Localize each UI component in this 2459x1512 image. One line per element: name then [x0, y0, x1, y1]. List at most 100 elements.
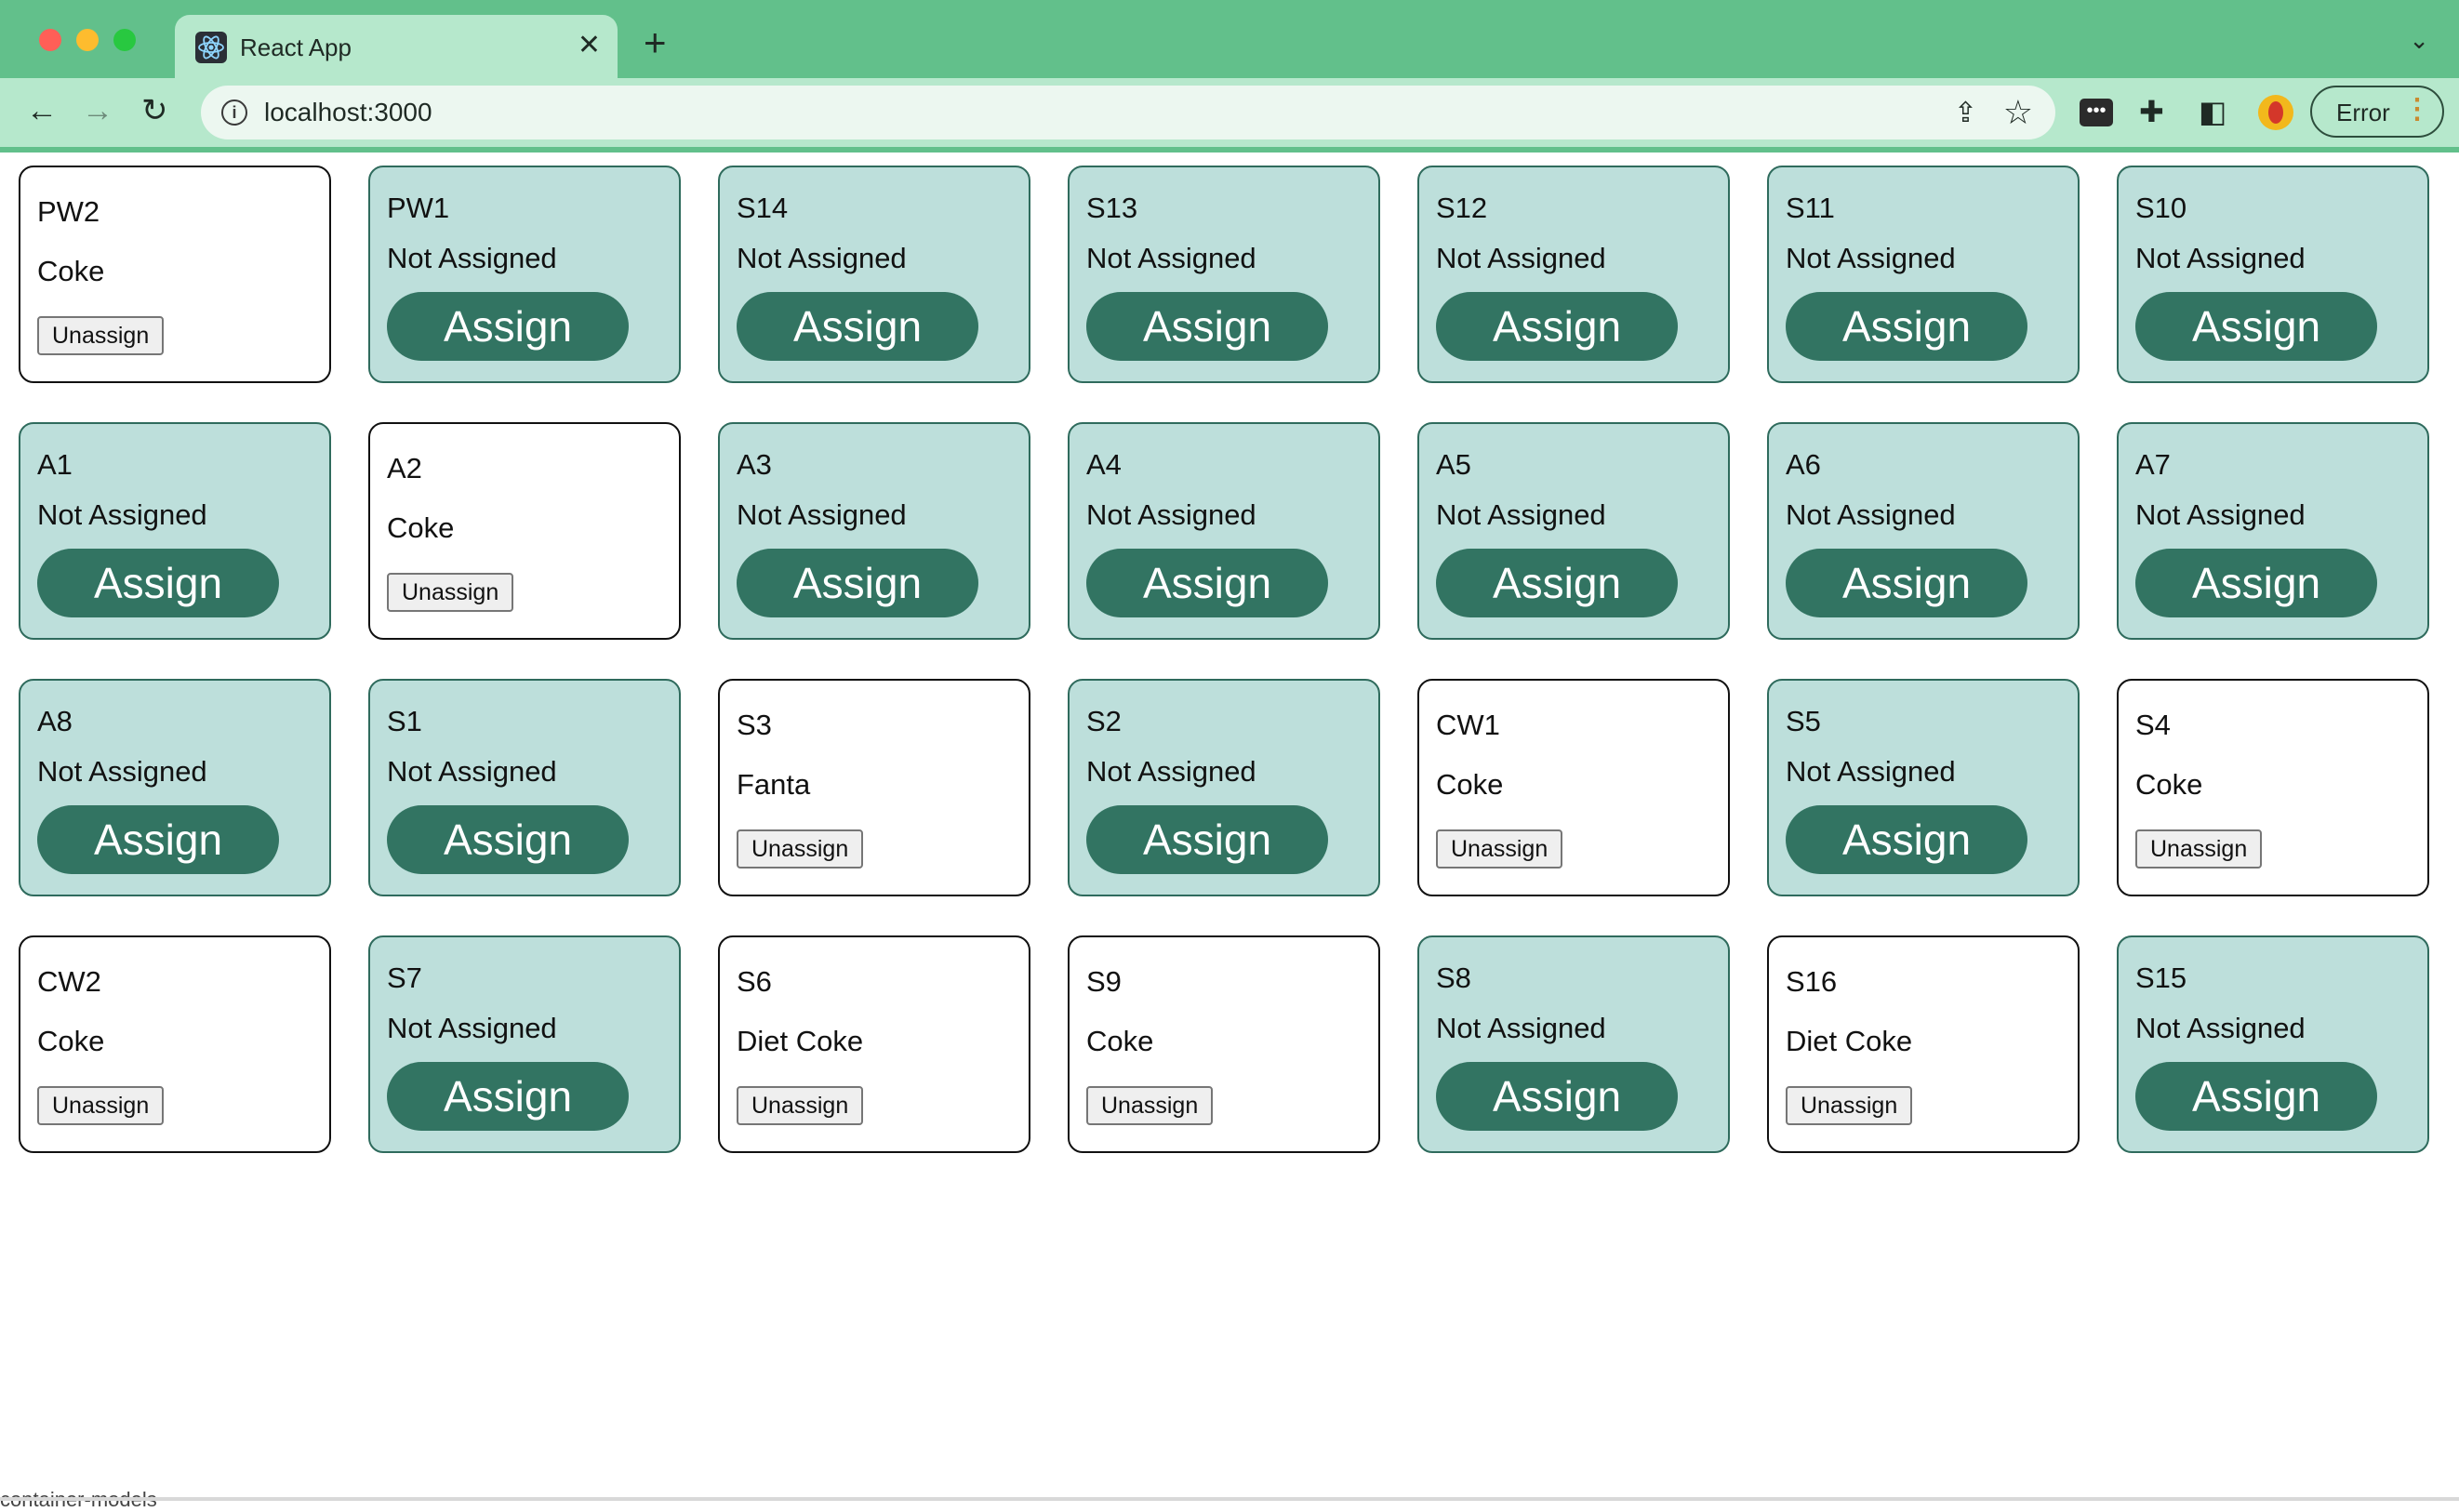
error-label: Error [2336, 99, 2390, 126]
extension-icon[interactable]: ••• [2080, 99, 2113, 126]
slot-card: PW2 Coke Unassign [19, 166, 331, 383]
sidebar-icon[interactable]: ◧ [2199, 95, 2226, 128]
slot-card: S8 Not Assigned Assign [1417, 935, 1730, 1153]
not-assigned-status: Not Assigned [387, 1012, 557, 1044]
not-assigned-status: Not Assigned [1436, 498, 1606, 531]
assigned-drink: Coke [387, 511, 455, 544]
close-window-button[interactable] [39, 29, 61, 51]
assign-button[interactable]: Assign [2135, 292, 2377, 361]
assign-button[interactable]: Assign [1436, 1062, 1678, 1131]
unassign-button[interactable]: Unassign [1786, 1086, 1913, 1125]
zoom-window-button[interactable] [113, 29, 136, 51]
slot-name: S10 [2135, 192, 2187, 224]
assign-button[interactable]: Assign [1086, 292, 1328, 361]
url-text[interactable]: localhost:3000 [264, 98, 432, 127]
slot-name: S5 [1786, 705, 1821, 737]
slot-name: A1 [37, 448, 73, 481]
assign-button[interactable]: Assign [1786, 549, 2027, 617]
slot-card: S16 Diet Coke Unassign [1767, 935, 2080, 1153]
browser-tab[interactable]: React App ✕ [175, 15, 618, 78]
minimize-window-button[interactable] [76, 29, 99, 51]
assign-button[interactable]: Assign [387, 292, 629, 361]
slot-name: S7 [387, 962, 422, 994]
assign-button[interactable]: Assign [387, 805, 629, 874]
assigned-drink: Coke [37, 1025, 105, 1057]
back-arrow-icon[interactable]: ← [26, 91, 58, 130]
assign-button[interactable]: Assign [1786, 292, 2027, 361]
slot-card: S1 Not Assigned Assign [368, 679, 681, 896]
slot-name: S9 [1086, 965, 1122, 998]
not-assigned-status: Not Assigned [387, 755, 557, 788]
slot-card: A4 Not Assigned Assign [1068, 422, 1380, 640]
assign-button[interactable]: Assign [1436, 549, 1678, 617]
close-icon[interactable]: ✕ [578, 30, 601, 61]
slot-card: S4 Coke Unassign [2117, 679, 2429, 896]
unassign-button[interactable]: Unassign [737, 829, 864, 869]
not-assigned-status: Not Assigned [37, 755, 207, 788]
assign-button[interactable]: Assign [1086, 805, 1328, 874]
puzzle-icon[interactable]: ✚ [2139, 95, 2164, 128]
slot-name: CW1 [1436, 709, 1500, 741]
slot-card: A3 Not Assigned Assign [718, 422, 1030, 640]
unassign-button[interactable]: Unassign [2135, 829, 2263, 869]
slot-name: PW1 [387, 192, 450, 224]
slot-card: S3 Fanta Unassign [718, 679, 1030, 896]
assign-button[interactable]: Assign [737, 549, 978, 617]
unassign-button[interactable]: Unassign [37, 316, 165, 355]
assigned-drink: Fanta [737, 768, 811, 801]
unassign-button[interactable]: Unassign [737, 1086, 864, 1125]
slot-card: A2 Coke Unassign [368, 422, 681, 640]
slot-name: S2 [1086, 705, 1122, 737]
slot-name: A6 [1786, 448, 1821, 481]
not-assigned-status: Not Assigned [1086, 755, 1256, 788]
slot-name: S4 [2135, 709, 2171, 741]
profile-avatar-shape [2268, 101, 2283, 124]
assign-button[interactable]: Assign [2135, 549, 2377, 617]
assign-button[interactable]: Assign [2135, 1062, 2377, 1131]
share-icon[interactable]: ⇪ [1954, 97, 1977, 129]
slot-card: S6 Diet Coke Unassign [718, 935, 1030, 1153]
assign-button[interactable]: Assign [37, 805, 279, 874]
slot-card: A1 Not Assigned Assign [19, 422, 331, 640]
unassign-button[interactable]: Unassign [387, 573, 514, 612]
slot-card: S5 Not Assigned Assign [1767, 679, 2080, 896]
bottom-divider [0, 1497, 2459, 1501]
unassign-button[interactable]: Unassign [1436, 829, 1563, 869]
slot-card: S2 Not Assigned Assign [1068, 679, 1380, 896]
slot-card: S12 Not Assigned Assign [1417, 166, 1730, 383]
assign-button[interactable]: Assign [1086, 549, 1328, 617]
assigned-drink: Coke [1086, 1025, 1154, 1057]
info-icon[interactable]: i [221, 99, 247, 126]
star-icon[interactable]: ☆ [2003, 93, 2033, 132]
chevron-down-icon[interactable]: ⌄ [2409, 26, 2429, 55]
slot-name: A2 [387, 452, 422, 484]
unassign-button[interactable]: Unassign [1086, 1086, 1214, 1125]
not-assigned-status: Not Assigned [1436, 242, 1606, 274]
browser-titlebar: React App ✕ + ⌄ [0, 0, 2459, 78]
address-bar[interactable]: i localhost:3000 ⇪ ☆ [201, 86, 2055, 139]
error-button[interactable]: Error ⋮ [2310, 86, 2444, 138]
slot-card: A7 Not Assigned Assign [2117, 422, 2429, 640]
assign-button[interactable]: Assign [737, 292, 978, 361]
slot-name: S12 [1436, 192, 1488, 224]
not-assigned-status: Not Assigned [737, 242, 907, 274]
slot-name: S1 [387, 705, 422, 737]
unassign-button[interactable]: Unassign [37, 1086, 165, 1125]
not-assigned-status: Not Assigned [1786, 498, 1956, 531]
forward-arrow-icon[interactable]: → [82, 91, 113, 130]
profile-icon[interactable] [2258, 95, 2293, 130]
reload-icon[interactable]: ↻ [141, 91, 168, 130]
menu-dots-icon[interactable]: ⋮ [2403, 93, 2431, 126]
slot-name: A5 [1436, 448, 1471, 481]
not-assigned-status: Not Assigned [1086, 498, 1256, 531]
assigned-drink: Coke [1436, 768, 1504, 801]
assign-button[interactable]: Assign [1436, 292, 1678, 361]
assign-button[interactable]: Assign [387, 1062, 629, 1131]
plus-icon[interactable]: + [644, 23, 667, 62]
slot-name: S11 [1786, 192, 1835, 224]
assign-button[interactable]: Assign [1786, 805, 2027, 874]
assign-button[interactable]: Assign [37, 549, 279, 617]
slot-name: A4 [1086, 448, 1122, 481]
assigned-drink: Coke [2135, 768, 2203, 801]
not-assigned-status: Not Assigned [1786, 755, 1956, 788]
